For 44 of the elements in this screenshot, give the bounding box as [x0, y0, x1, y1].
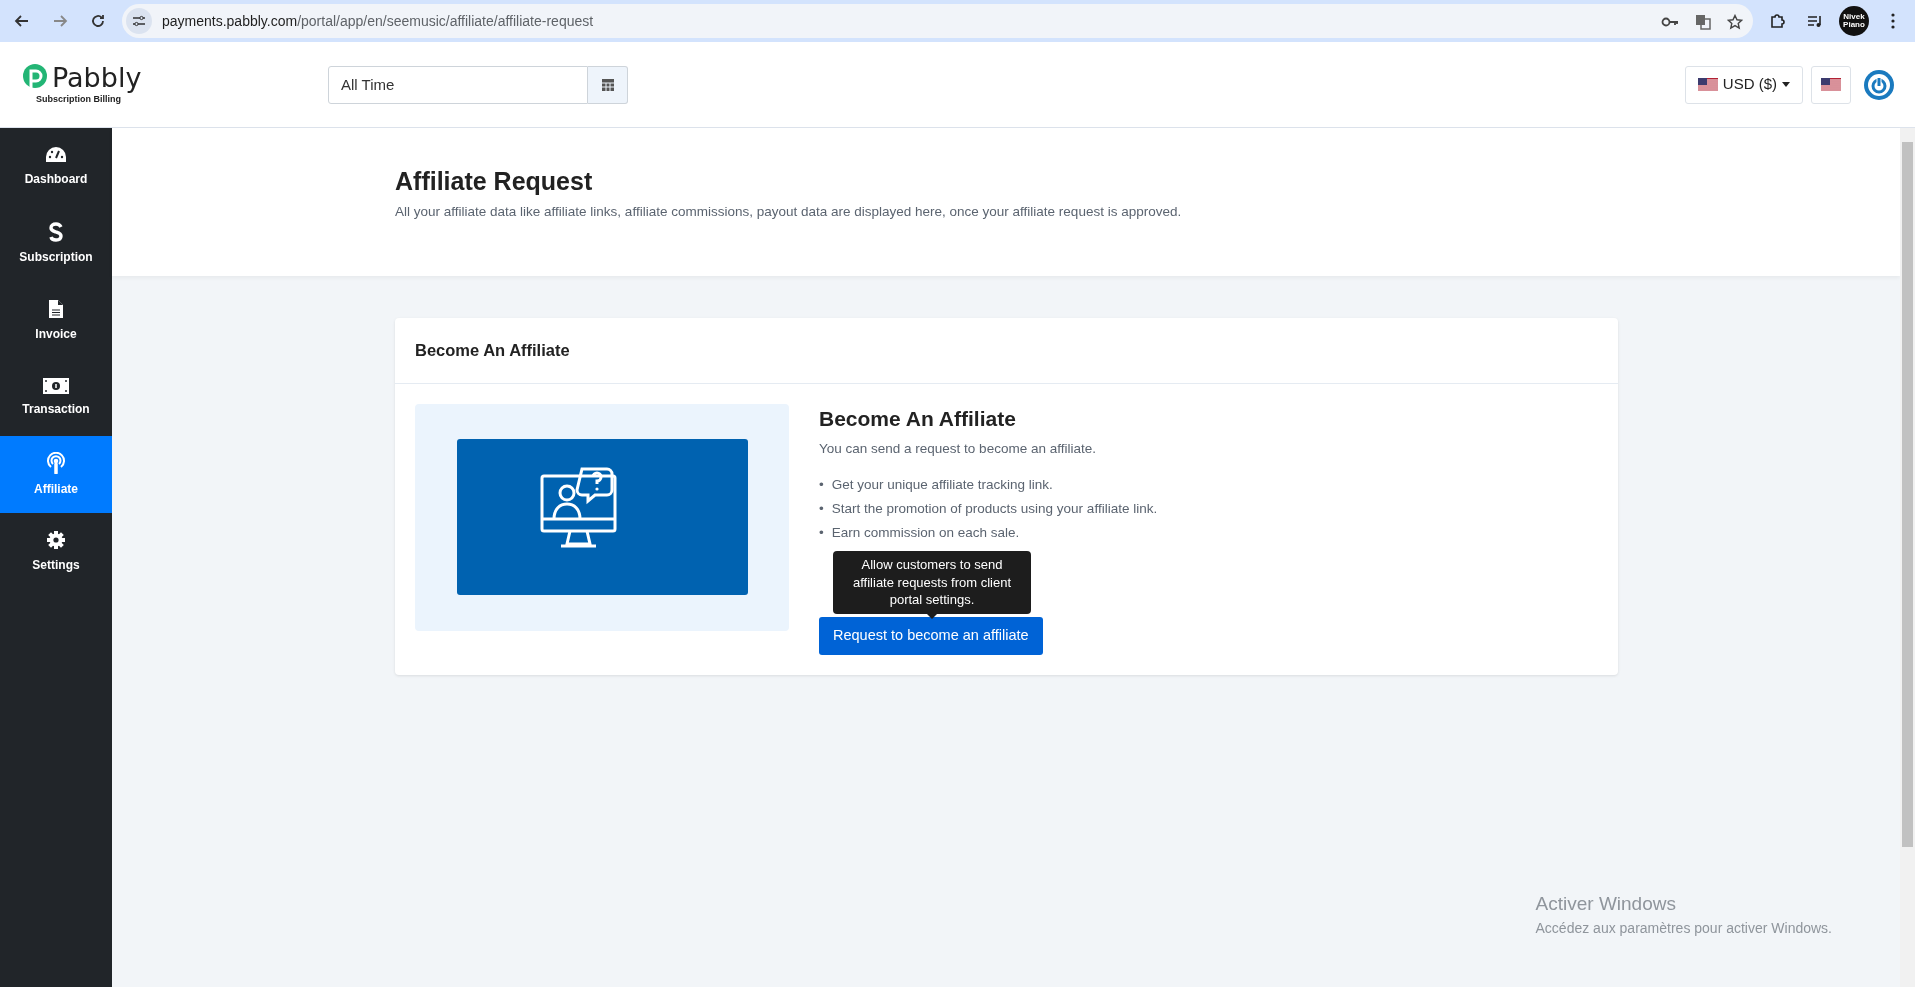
date-range-field[interactable]: All Time	[328, 65, 588, 104]
sidebar-item[interactable]: Settings	[0, 513, 112, 590]
list-item: Get your unique affiliate tracking link.	[831, 476, 1053, 495]
card-header: Become An Affiliate	[395, 318, 1618, 384]
tooltip-arrow-icon	[927, 613, 937, 619]
settings-icon	[46, 529, 66, 550]
bullet-marker: •	[819, 524, 824, 543]
section-heading: Become An Affiliate	[819, 405, 1017, 431]
logo-text: Pabbly	[52, 64, 142, 92]
power-icon[interactable]	[1863, 68, 1895, 101]
list-item: Earn commission on each sale.	[831, 524, 1020, 543]
flag-icon	[1697, 78, 1718, 91]
site-info-icon[interactable]	[126, 8, 152, 34]
banknote-icon	[43, 377, 69, 394]
document-icon	[48, 298, 64, 319]
sidebar-item[interactable]: Dashboard	[0, 128, 112, 205]
language-button[interactable]	[1811, 65, 1851, 104]
logo-subtitle: Subscription Billing	[36, 93, 122, 106]
url-text: payments.pabbly.com/portal/app/en/seemusic/affiliate/affiliate-request	[162, 11, 594, 31]
flag-icon	[1821, 78, 1841, 91]
tooltip: Allow customers to send affiliate requests from client portal settings.	[833, 551, 1031, 614]
bullet-marker: •	[819, 476, 824, 495]
calendar-button[interactable]	[588, 65, 628, 104]
currency-dropdown[interactable]: USD ($)	[1684, 65, 1803, 104]
activation-notice-text: Accédez aux paramètres pour activer Windows.	[1535, 919, 1832, 938]
intro-text: You can send a request to become an affiliate.	[819, 439, 1097, 458]
bullet-marker: •	[819, 500, 824, 519]
caret-icon	[1782, 82, 1790, 87]
sidebar-item[interactable]: Invoice	[0, 282, 112, 359]
request-affiliate-button[interactable]: Request to become an affiliate	[819, 617, 1043, 655]
s-letter-icon	[49, 221, 63, 242]
page-description: All your affiliate data like affiliate links, affiliate commissions, payout data are displayed here, once your affiliate request is approved.	[395, 203, 1183, 221]
profile-avatar[interactable]: Nivek Piano	[1839, 6, 1869, 36]
sidebar-item[interactable]: Affiliate	[0, 436, 112, 513]
calendar-icon	[600, 77, 615, 92]
dashboard-icon	[45, 145, 67, 164]
sidebar-item[interactable]: Transaction	[0, 359, 112, 436]
broadcast-icon	[46, 451, 66, 474]
scrollbar[interactable]	[1900, 128, 1915, 987]
list-item: Start the promotion of products using your affiliate link.	[831, 500, 1158, 519]
activation-notice-title: Activer Windows	[1535, 891, 1677, 916]
sidebar-item[interactable]: Subscription	[0, 205, 112, 282]
address-bar[interactable]: payments.pabbly.com/portal/app/en/seemusic/affiliate/affiliate-request	[122, 4, 1753, 38]
page-title: Affiliate Request	[395, 166, 594, 196]
